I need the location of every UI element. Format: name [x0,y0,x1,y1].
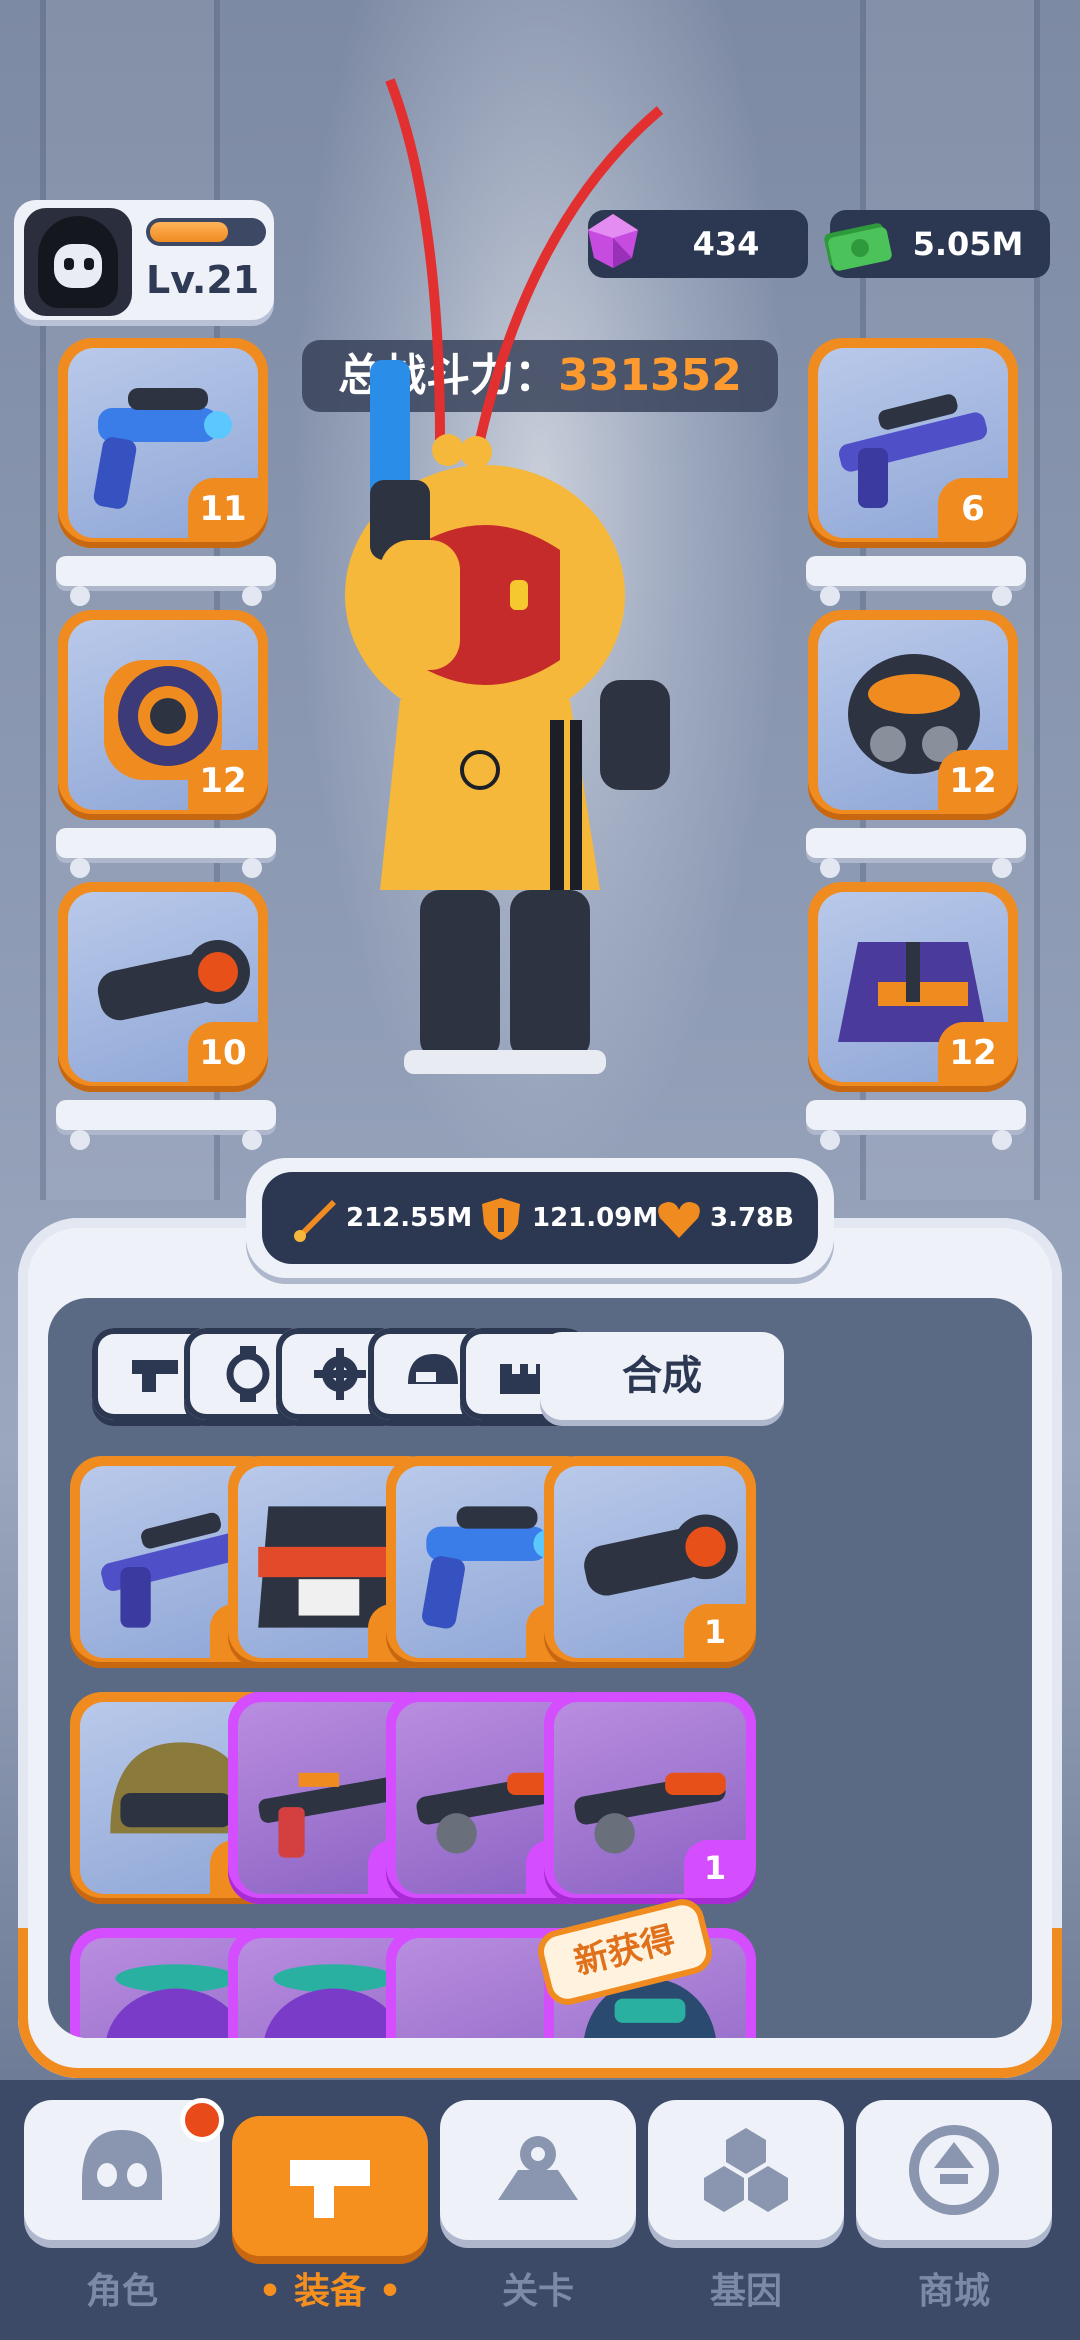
nav-label-shop: 商城 [917,2271,990,2312]
equip-slot-weapon[interactable]: 11 [58,338,268,548]
shelf [806,1100,1026,1150]
item-count: 6 [938,478,1008,538]
player-card[interactable]: Lv.21 [14,200,274,320]
hexagon-icon [704,2128,788,2212]
equip-slot-watch[interactable]: 12 [58,610,268,820]
player-character [345,78,670,1074]
item-count: 12 [188,750,258,810]
item-count: 11 [188,478,258,538]
xp-bar [146,218,266,246]
heart-icon [658,1202,700,1238]
item-count: 12 [938,750,1008,810]
skull-icon [82,2130,162,2200]
watch-icon [226,1346,270,1402]
stats-bar: 212.55M 121.09M 3.78B [246,1158,834,1278]
inventory-grid[interactable]: 合成 1 1 [48,1298,1032,2038]
gear-icon [314,1348,366,1400]
item-count: 10 [188,1022,258,1082]
map-icon [498,2136,578,2200]
nav-shop[interactable] [856,2100,1052,2240]
equip-slot-scope[interactable]: 10 [58,882,268,1092]
shelf [806,828,1026,878]
equip-slot-mask[interactable]: 12 [808,610,1018,820]
shelf [56,828,276,878]
gun-icon [132,1360,178,1392]
player-level: Lv.21 [146,258,260,302]
avatar[interactable] [24,208,132,316]
shelf [806,556,1026,606]
attack-value: 212.55M [346,1203,473,1233]
equip-slot-armor[interactable]: 12 [808,882,1018,1092]
nav-genes[interactable] [648,2100,844,2240]
notification-dot [180,2098,224,2142]
shelf [56,1100,276,1150]
nav-label-genes: 基因 [709,2271,782,2312]
gun-icon [290,2160,370,2218]
equip-slot-rifle[interactable]: 6 [808,338,1018,548]
nav-label-character: 角色 [85,2271,158,2312]
item-count: 1 [684,1604,746,1658]
nav-stages[interactable] [440,2100,636,2240]
item-count: 12 [938,1022,1008,1082]
cash-icon [824,223,892,271]
compose-button[interactable]: 合成 [540,1332,784,1420]
nav-equipment[interactable] [232,2116,428,2256]
nav-label-equipment: • 装备 • [258,2271,402,2312]
health-value: 3.78B [710,1203,794,1233]
defense-value: 121.09M [532,1203,659,1233]
inventory-item[interactable]: 1 [544,1456,756,1668]
cash-count: 5.05M [912,225,1024,263]
shield-icon [482,1198,520,1240]
shop-icon [909,2125,999,2215]
inventory-item[interactable]: 1 [544,1692,756,1904]
cash-counter[interactable]: 5.05M [824,210,1050,278]
shelf [56,556,276,606]
nav-label-stages: 关卡 [501,2271,574,2312]
helmet-icon [408,1354,458,1384]
rocket-icon [294,1200,336,1242]
item-count: 1 [684,1840,746,1894]
